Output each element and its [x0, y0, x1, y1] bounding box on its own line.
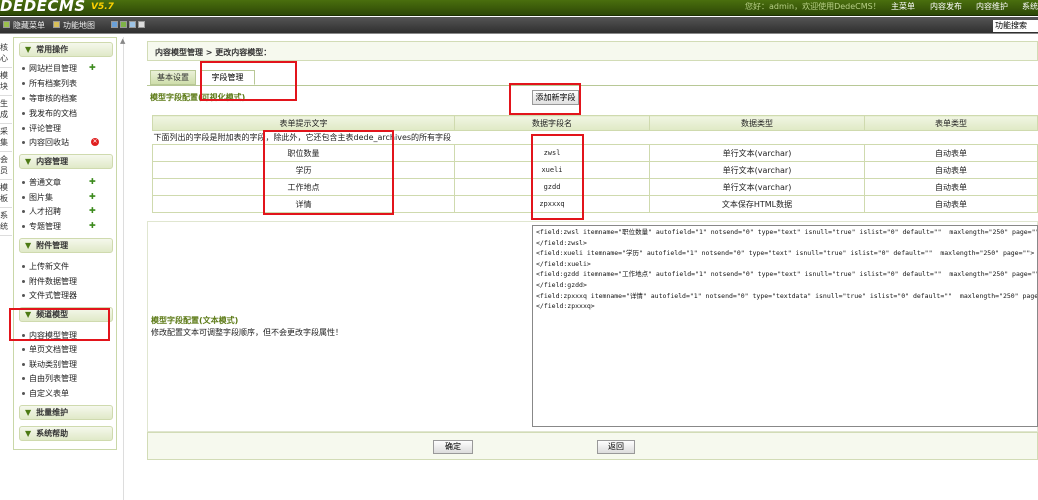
function-map-icon: [53, 21, 60, 28]
sidebar-item-comments[interactable]: 评论管理: [22, 123, 61, 134]
sidebar-item-free-lists[interactable]: 自由列表管理: [22, 373, 77, 384]
nav-system[interactable]: 系统: [1022, 1, 1038, 12]
cell-data-type: 单行文本(varchar): [649, 178, 865, 196]
form-actions-bar: [147, 432, 1038, 460]
annotation-box: [200, 61, 297, 101]
sidebar-item-linkage-categories[interactable]: 联动类别管理: [22, 359, 77, 370]
cell-form-type: 自动表单: [864, 144, 1038, 162]
sub-toolbar: 隐藏菜单 功能地图 功能搜索: [0, 17, 1038, 34]
sidebar-item-file-manager[interactable]: 文件式管理器: [22, 290, 77, 301]
logo: DEDECMS: [0, 0, 86, 15]
chevron-down-icon: ▼: [25, 241, 32, 250]
breadcrumb: 内容模型管理 > 更改内容模型：: [155, 48, 272, 57]
text-config-description: 修改配置文本可调整字段顺序，但不会更改字段属性！: [151, 328, 343, 337]
sidebar-item-recruitment[interactable]: 人才招聘: [22, 206, 61, 217]
code-line: <field:zwsl itemname="职位数量" autofield="1…: [536, 228, 1038, 236]
skin-blue-icon[interactable]: [111, 21, 118, 28]
cell-form-type: 自动表单: [864, 178, 1038, 196]
chevron-down-icon: ▼: [25, 408, 32, 417]
left-tab-module[interactable]: 模块: [0, 68, 12, 96]
breadcrumb-bar: 内容模型管理 > 更改内容模型：: [147, 41, 1038, 61]
sidebar-item-single-pages[interactable]: 单页文档管理: [22, 344, 77, 355]
nav-content-publish[interactable]: 内容发布: [930, 1, 962, 12]
nav-content-maintain[interactable]: 内容维护: [976, 1, 1008, 12]
hide-menu-link[interactable]: 隐藏菜单: [13, 20, 45, 31]
sidebar-section-content[interactable]: ▼ 内容管理: [19, 154, 113, 169]
column-header-data-type: 数据类型: [649, 115, 865, 131]
skin-green-icon[interactable]: [120, 21, 127, 28]
sidebar: ▼ 常用操作 网站栏目管理 ✚ 所有档案列表 等审核的档案 我发布的文档 评论管理…: [13, 37, 117, 450]
sidebar-item-my-documents[interactable]: 我发布的文档: [22, 108, 77, 119]
sidebar-item-recycle-bin[interactable]: 内容回收站: [22, 137, 69, 148]
annotation-box: [509, 83, 581, 115]
clear-icon[interactable]: ✕: [91, 138, 99, 146]
code-line: </field:zpxxxq>: [536, 302, 595, 311]
skin-gray-icon[interactable]: [138, 21, 145, 28]
chevron-down-icon: ▼: [25, 157, 32, 166]
sidebar-item-upload-file[interactable]: 上传新文件: [22, 261, 69, 272]
top-header: DEDECMS V5.7 您好：admin，欢迎使用DedeCMS！ 主菜单 内…: [0, 0, 1038, 16]
cell-form-type: 自动表单: [864, 161, 1038, 179]
chevron-down-icon: ▼: [25, 45, 32, 54]
code-line: </field:xueli>: [536, 259, 591, 268]
left-tab-generate[interactable]: 生成: [0, 96, 12, 124]
code-line: </field:zwsl>: [536, 238, 587, 247]
nav-main-menu[interactable]: 主菜单: [891, 1, 915, 12]
left-tab-collect[interactable]: 采集: [0, 124, 12, 152]
table-header-row: 表单提示文字 数据字段名 数据类型 表单类型: [152, 115, 1038, 131]
welcome-text: 您好：admin，欢迎使用DedeCMS！: [745, 2, 881, 11]
code-line: <field:xueli itemname="学历" autofield="1"…: [536, 249, 1035, 258]
add-icon[interactable]: ✚: [89, 193, 97, 201]
cell-form-type: 自动表单: [864, 195, 1038, 213]
hide-menu-icon: [3, 21, 10, 28]
add-icon[interactable]: ✚: [89, 222, 97, 230]
cell-data-type: 单行文本(varchar): [649, 161, 865, 179]
sidebar-item-topics[interactable]: 专题管理: [22, 221, 61, 232]
code-line: <field:gzdd itemname="工作地点" autofield="1…: [536, 270, 1038, 279]
collapse-arrow-icon[interactable]: ▲: [120, 37, 125, 45]
annotation-box: [263, 130, 394, 215]
column-header-prompt: 表单提示文字: [152, 115, 455, 131]
sidebar-section-batch[interactable]: ▼ 批量维护: [19, 405, 113, 420]
cell-data-type: 单行文本(varchar): [649, 144, 865, 162]
tab-basic-settings[interactable]: 基本设置: [150, 70, 196, 85]
splitter[interactable]: [123, 37, 124, 500]
sidebar-section-attachments[interactable]: ▼ 附件管理: [19, 238, 113, 253]
sidebar-section-common[interactable]: ▼ 常用操作: [19, 42, 113, 57]
left-tab-template[interactable]: 模板: [0, 180, 12, 208]
sidebar-item-all-archives[interactable]: 所有档案列表: [22, 78, 77, 89]
version-label: V5.7: [91, 2, 114, 12]
left-vertical-tabs: 核心 模块 生成 采集 会员 模板 系统: [0, 40, 12, 236]
cell-data-type: 文本保存HTML数据: [649, 195, 865, 213]
skin-light-icon[interactable]: [129, 21, 136, 28]
chevron-down-icon: ▼: [25, 429, 32, 438]
sidebar-item-pending-archives[interactable]: 等审核的档案: [22, 93, 77, 104]
column-header-form-type: 表单类型: [864, 115, 1038, 131]
sidebar-item-attachment-data[interactable]: 附件数据管理: [22, 276, 77, 287]
confirm-button[interactable]: 确定: [433, 440, 473, 454]
sidebar-section-help[interactable]: ▼ 系统帮助: [19, 426, 113, 441]
text-config-title: 模型字段配置(文本模式): [151, 316, 239, 325]
column-header-field-name: 数据字段名: [454, 115, 650, 131]
add-icon[interactable]: ✚: [89, 207, 97, 215]
code-line: </field:gzdd>: [536, 280, 587, 289]
back-button[interactable]: 返回: [597, 440, 635, 454]
code-line: <field:zpxxxq itemname="详情" autofield="1…: [536, 291, 1038, 300]
field-config-textarea[interactable]: <field:zwsl itemname="职位数量" autofield="1…: [532, 225, 1038, 427]
left-tab-system[interactable]: 系统: [0, 208, 12, 236]
annotation-box: [531, 134, 584, 220]
sidebar-item-image-sets[interactable]: 图片集: [22, 192, 53, 203]
function-map-link[interactable]: 功能地图: [63, 20, 95, 31]
sidebar-item-articles[interactable]: 普通文章: [22, 177, 61, 188]
sidebar-item-custom-forms[interactable]: 自定义表单: [22, 388, 69, 399]
function-search-input[interactable]: 功能搜索: [993, 20, 1038, 32]
add-icon[interactable]: ✚: [89, 178, 97, 186]
annotation-box: [9, 308, 110, 341]
add-icon[interactable]: ✚: [89, 64, 97, 72]
sidebar-item-site-columns[interactable]: 网站栏目管理: [22, 63, 77, 74]
left-tab-member[interactable]: 会员: [0, 152, 12, 180]
left-tab-core[interactable]: 核心: [0, 40, 12, 68]
